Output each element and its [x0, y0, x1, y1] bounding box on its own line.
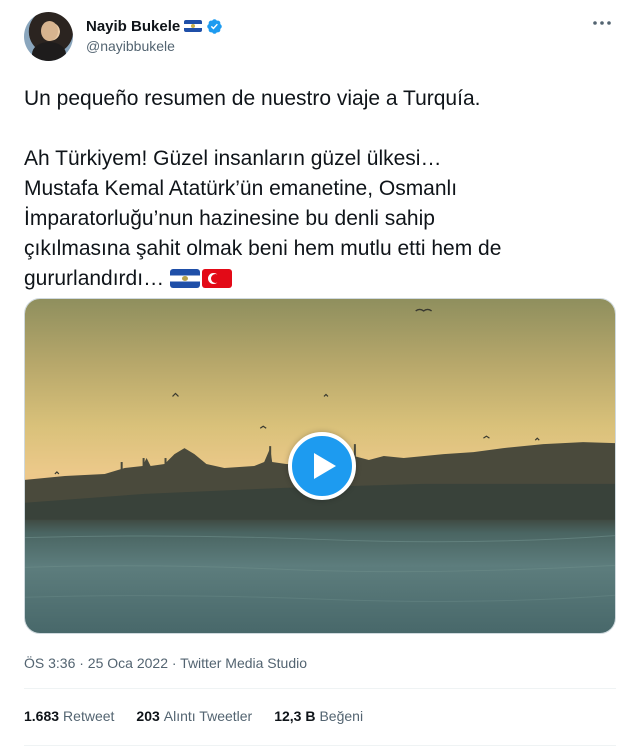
turkey-flag-icon — [201, 269, 232, 288]
tweet-text-line-5: çıkılmasına şahit olmak beni hem mutlu e… — [24, 237, 502, 260]
display-name[interactable]: Nayib Bukele — [86, 18, 180, 35]
verified-badge-icon — [207, 18, 222, 34]
tweet-card: Nayib Bukele @nayibbukele Un pequeño res… — [0, 0, 640, 751]
tweet-text-line-6-row: gururlandırdı… — [24, 264, 616, 294]
author-names: Nayib Bukele @nayibbukele — [86, 16, 223, 54]
retweets-stat[interactable]: 1.683 Retweet — [24, 708, 114, 724]
likes-stat[interactable]: 12,3 B Beğeni — [274, 708, 363, 724]
el-salvador-flag-icon — [169, 269, 200, 288]
el-salvador-flag-icon — [184, 20, 203, 32]
tweet-stats: 1.683 Retweet 203 Alıntı Tweetler 12,3 B… — [24, 708, 363, 724]
tweet-header: Nayib Bukele @nayibbukele — [24, 12, 616, 64]
play-button[interactable] — [288, 432, 356, 500]
display-name-row: Nayib Bukele — [86, 16, 223, 36]
avatar-face — [41, 21, 58, 41]
divider — [24, 745, 616, 746]
retweets-count: 1.683 — [24, 708, 60, 724]
quote-tweets-stat[interactable]: 203 Alıntı Tweetler — [136, 708, 252, 724]
avatar[interactable] — [24, 12, 73, 61]
quote-tweets-count: 203 — [136, 708, 160, 724]
tweet-text: Un pequeño resumen de nuestro viaje a Tu… — [24, 84, 616, 294]
tweet-text-line-3: Mustafa Kemal Atatürk’ün emanetine, Osma… — [24, 177, 458, 200]
play-icon — [313, 453, 336, 479]
tweet-text-line-6: gururlandırdı… — [24, 267, 165, 290]
likes-count: 12,3 B — [274, 708, 316, 724]
video-player[interactable] — [24, 298, 616, 634]
handle[interactable]: @nayibbukele — [86, 38, 223, 54]
quote-tweets-label: Alıntı Tweetler — [163, 708, 253, 724]
divider — [24, 688, 616, 689]
tweet-text-line-1: Un pequeño resumen de nuestro viaje a Tu… — [24, 87, 481, 110]
tweet-text-line-4: İmparatorluğu’nun hazinesine bu denli sa… — [24, 207, 435, 230]
retweets-label: Retweet — [63, 708, 115, 724]
avatar-body — [32, 42, 66, 61]
more-horizontal-icon[interactable] — [588, 12, 616, 34]
tweet-timestamp[interactable]: ÖS 3:36 · 25 Oca 2022 · Twitter Media St… — [24, 655, 307, 671]
likes-label: Beğeni — [319, 708, 364, 724]
tweet-text-line-2: Ah Türkiyem! Güzel insanların güzel ülke… — [24, 147, 442, 170]
